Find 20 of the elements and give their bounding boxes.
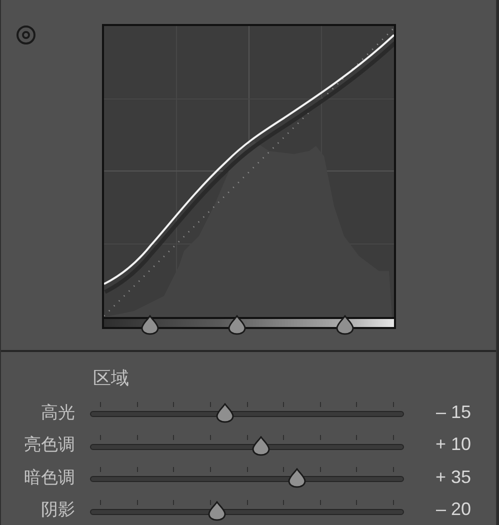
slider-thumb[interactable] [252, 436, 270, 456]
slider[interactable] [90, 400, 404, 424]
slider-thumb[interactable] [208, 500, 226, 521]
section-title: 区域 [93, 368, 129, 388]
slider-value: + 10 [435, 433, 471, 456]
slider-label: 亮色调 [23, 434, 75, 456]
slider-label: 高光 [40, 402, 75, 424]
slider-label: 暗色调 [23, 466, 75, 488]
slider-value: – 15 [436, 400, 471, 424]
slider-thumb[interactable] [288, 468, 306, 488]
slider-value: – 20 [436, 498, 471, 522]
split-handle[interactable] [336, 315, 354, 335]
slider[interactable] [90, 465, 404, 490]
split-handle[interactable] [228, 315, 246, 335]
slider[interactable] [90, 498, 404, 522]
slider-value: + 35 [435, 466, 471, 489]
split-handle[interactable] [141, 315, 160, 335]
slider-thumb[interactable] [216, 403, 234, 424]
slider[interactable] [90, 432, 404, 457]
slider-label: 阴影 [40, 499, 75, 521]
